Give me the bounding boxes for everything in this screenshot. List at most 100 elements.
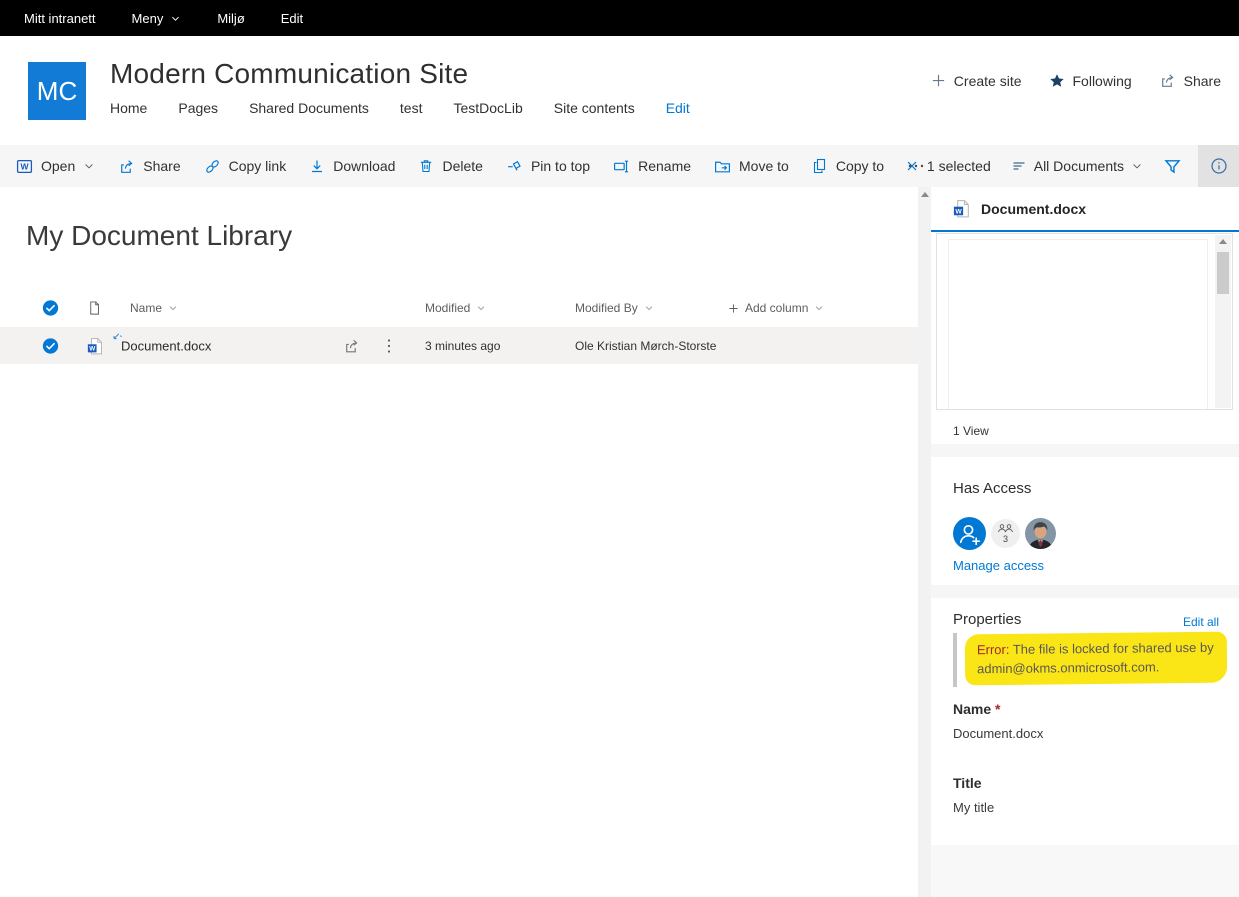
filter-button[interactable] bbox=[1163, 157, 1182, 176]
suite-item-miljo[interactable]: Miljø bbox=[217, 11, 244, 26]
view-list-icon bbox=[1011, 158, 1027, 174]
filter-icon bbox=[1163, 157, 1182, 176]
edit-all-link[interactable]: Edit all bbox=[1183, 615, 1219, 629]
file-icon bbox=[87, 300, 102, 317]
section-divider bbox=[931, 585, 1239, 598]
error-prefix: Error: bbox=[977, 642, 1010, 657]
plus-icon bbox=[931, 73, 946, 88]
photo-avatar[interactable] bbox=[1025, 518, 1056, 549]
field-label-name: Name * bbox=[953, 701, 1000, 717]
facepile: 3 bbox=[953, 517, 1056, 550]
scroll-up-arrow[interactable] bbox=[921, 192, 929, 197]
scroll-up-arrow[interactable] bbox=[1219, 239, 1227, 244]
column-header-modified-by[interactable]: Modified By bbox=[575, 301, 654, 315]
scrollbar-thumb[interactable] bbox=[1217, 252, 1229, 294]
add-column-button[interactable]: Add column bbox=[728, 301, 824, 315]
panel-file-header: W Document.docx bbox=[953, 199, 1086, 218]
panel-accent-divider bbox=[931, 230, 1239, 232]
word-file-icon: W bbox=[953, 199, 971, 218]
site-title: Modern Communication Site bbox=[110, 58, 468, 90]
file-name-link[interactable]: Document.docx bbox=[121, 338, 211, 353]
page-scrollbar[interactable] bbox=[918, 187, 931, 897]
open-button[interactable]: W Open bbox=[16, 158, 95, 175]
following-button[interactable]: Following bbox=[1049, 72, 1132, 89]
grant-access-avatar[interactable] bbox=[953, 517, 986, 550]
column-header-modified[interactable]: Modified bbox=[425, 301, 486, 315]
close-icon bbox=[905, 159, 919, 173]
chevron-down-icon bbox=[168, 303, 178, 313]
suite-item-mitt-intranett[interactable]: Mitt intranett bbox=[24, 11, 96, 26]
pin-to-top-button[interactable]: Pin to top bbox=[506, 158, 590, 175]
check-circle-icon bbox=[42, 300, 59, 317]
rename-icon bbox=[613, 158, 630, 175]
group-avatar[interactable]: 3 bbox=[991, 519, 1020, 548]
command-bar: W Open Share Copy link Download Delete bbox=[0, 145, 1239, 187]
svg-text:W: W bbox=[89, 345, 95, 352]
svg-text:W: W bbox=[955, 208, 962, 215]
nav-testdoclib[interactable]: TestDocLib bbox=[453, 100, 522, 116]
error-message-highlighted: Error: The file is locked for shared use… bbox=[965, 632, 1228, 686]
delete-button[interactable]: Delete bbox=[418, 158, 482, 174]
group-count: 3 bbox=[1003, 535, 1008, 544]
preview-scrollbar[interactable] bbox=[1215, 235, 1231, 408]
nav-test[interactable]: test bbox=[400, 100, 423, 116]
row-share-icon[interactable] bbox=[343, 337, 360, 354]
share-button[interactable]: Share bbox=[118, 158, 180, 175]
site-logo[interactable]: MC bbox=[28, 62, 86, 120]
delete-icon bbox=[418, 158, 434, 174]
column-header-name[interactable]: Name bbox=[130, 301, 178, 315]
nav-shared-documents[interactable]: Shared Documents bbox=[249, 100, 369, 116]
manage-access-link[interactable]: Manage access bbox=[953, 558, 1044, 573]
suite-item-edit[interactable]: Edit bbox=[281, 11, 303, 26]
has-access-heading: Has Access bbox=[953, 480, 1031, 497]
error-left-bar bbox=[953, 633, 957, 687]
panel-file-title: Document.docx bbox=[981, 201, 1086, 217]
svg-text:W: W bbox=[20, 161, 29, 171]
clear-selection-button[interactable]: 1 selected bbox=[905, 158, 991, 174]
page-title: My Document Library bbox=[26, 220, 292, 252]
share-site-button[interactable]: Share bbox=[1159, 72, 1221, 89]
nav-pages[interactable]: Pages bbox=[178, 100, 218, 116]
row-checkbox[interactable] bbox=[42, 337, 59, 354]
move-to-button[interactable]: Move to bbox=[714, 158, 789, 175]
list-header-row: Name Modified Modified By Add column bbox=[0, 290, 918, 326]
create-site-button[interactable]: Create site bbox=[931, 72, 1022, 89]
pin-icon bbox=[506, 158, 523, 175]
views-count: 1 View bbox=[953, 424, 989, 438]
download-icon bbox=[309, 158, 325, 174]
chevron-down-icon bbox=[814, 303, 824, 313]
nav-edit[interactable]: Edit bbox=[666, 100, 690, 116]
table-row[interactable]: W Document.docx 3 minutes ago Ole Kristi… bbox=[0, 327, 918, 364]
nav-site-contents[interactable]: Site contents bbox=[554, 100, 635, 116]
details-panel: W Document.docx 1 View Has Access 3 bbox=[931, 187, 1239, 897]
star-filled-icon bbox=[1049, 73, 1065, 89]
section-divider bbox=[931, 444, 1239, 457]
chevron-down-icon bbox=[170, 13, 181, 24]
link-icon bbox=[204, 158, 221, 175]
properties-error: Error: The file is locked for shared use… bbox=[953, 633, 1227, 684]
row-more-icon[interactable] bbox=[387, 338, 391, 354]
view-selector[interactable]: All Documents bbox=[1011, 158, 1143, 174]
move-to-icon bbox=[714, 158, 731, 175]
suite-item-meny[interactable]: Meny bbox=[132, 11, 182, 26]
info-panel-button[interactable] bbox=[1198, 145, 1239, 187]
rename-button[interactable]: Rename bbox=[613, 158, 691, 175]
chevron-down-icon bbox=[476, 303, 486, 313]
plus-icon bbox=[728, 303, 739, 314]
select-all-checkbox[interactable] bbox=[42, 300, 59, 317]
field-label-title: Title bbox=[953, 775, 982, 791]
copy-link-button[interactable]: Copy link bbox=[204, 158, 287, 175]
share-icon bbox=[118, 158, 135, 175]
row-modified: 3 minutes ago bbox=[425, 339, 500, 353]
download-button[interactable]: Download bbox=[309, 158, 395, 174]
chevron-down-icon bbox=[83, 160, 95, 172]
copy-to-button[interactable]: Copy to bbox=[812, 158, 884, 174]
document-preview[interactable] bbox=[936, 233, 1233, 410]
field-value-title[interactable]: My title bbox=[953, 800, 994, 815]
file-type-column-icon[interactable] bbox=[87, 300, 102, 317]
word-file-icon: W bbox=[87, 337, 104, 355]
nav-home[interactable]: Home bbox=[110, 100, 147, 116]
error-text: The file is locked for shared use by adm… bbox=[977, 640, 1214, 676]
command-bar-left: W Open Share Copy link Download Delete bbox=[16, 145, 925, 187]
field-value-name[interactable]: Document.docx bbox=[953, 726, 1043, 741]
